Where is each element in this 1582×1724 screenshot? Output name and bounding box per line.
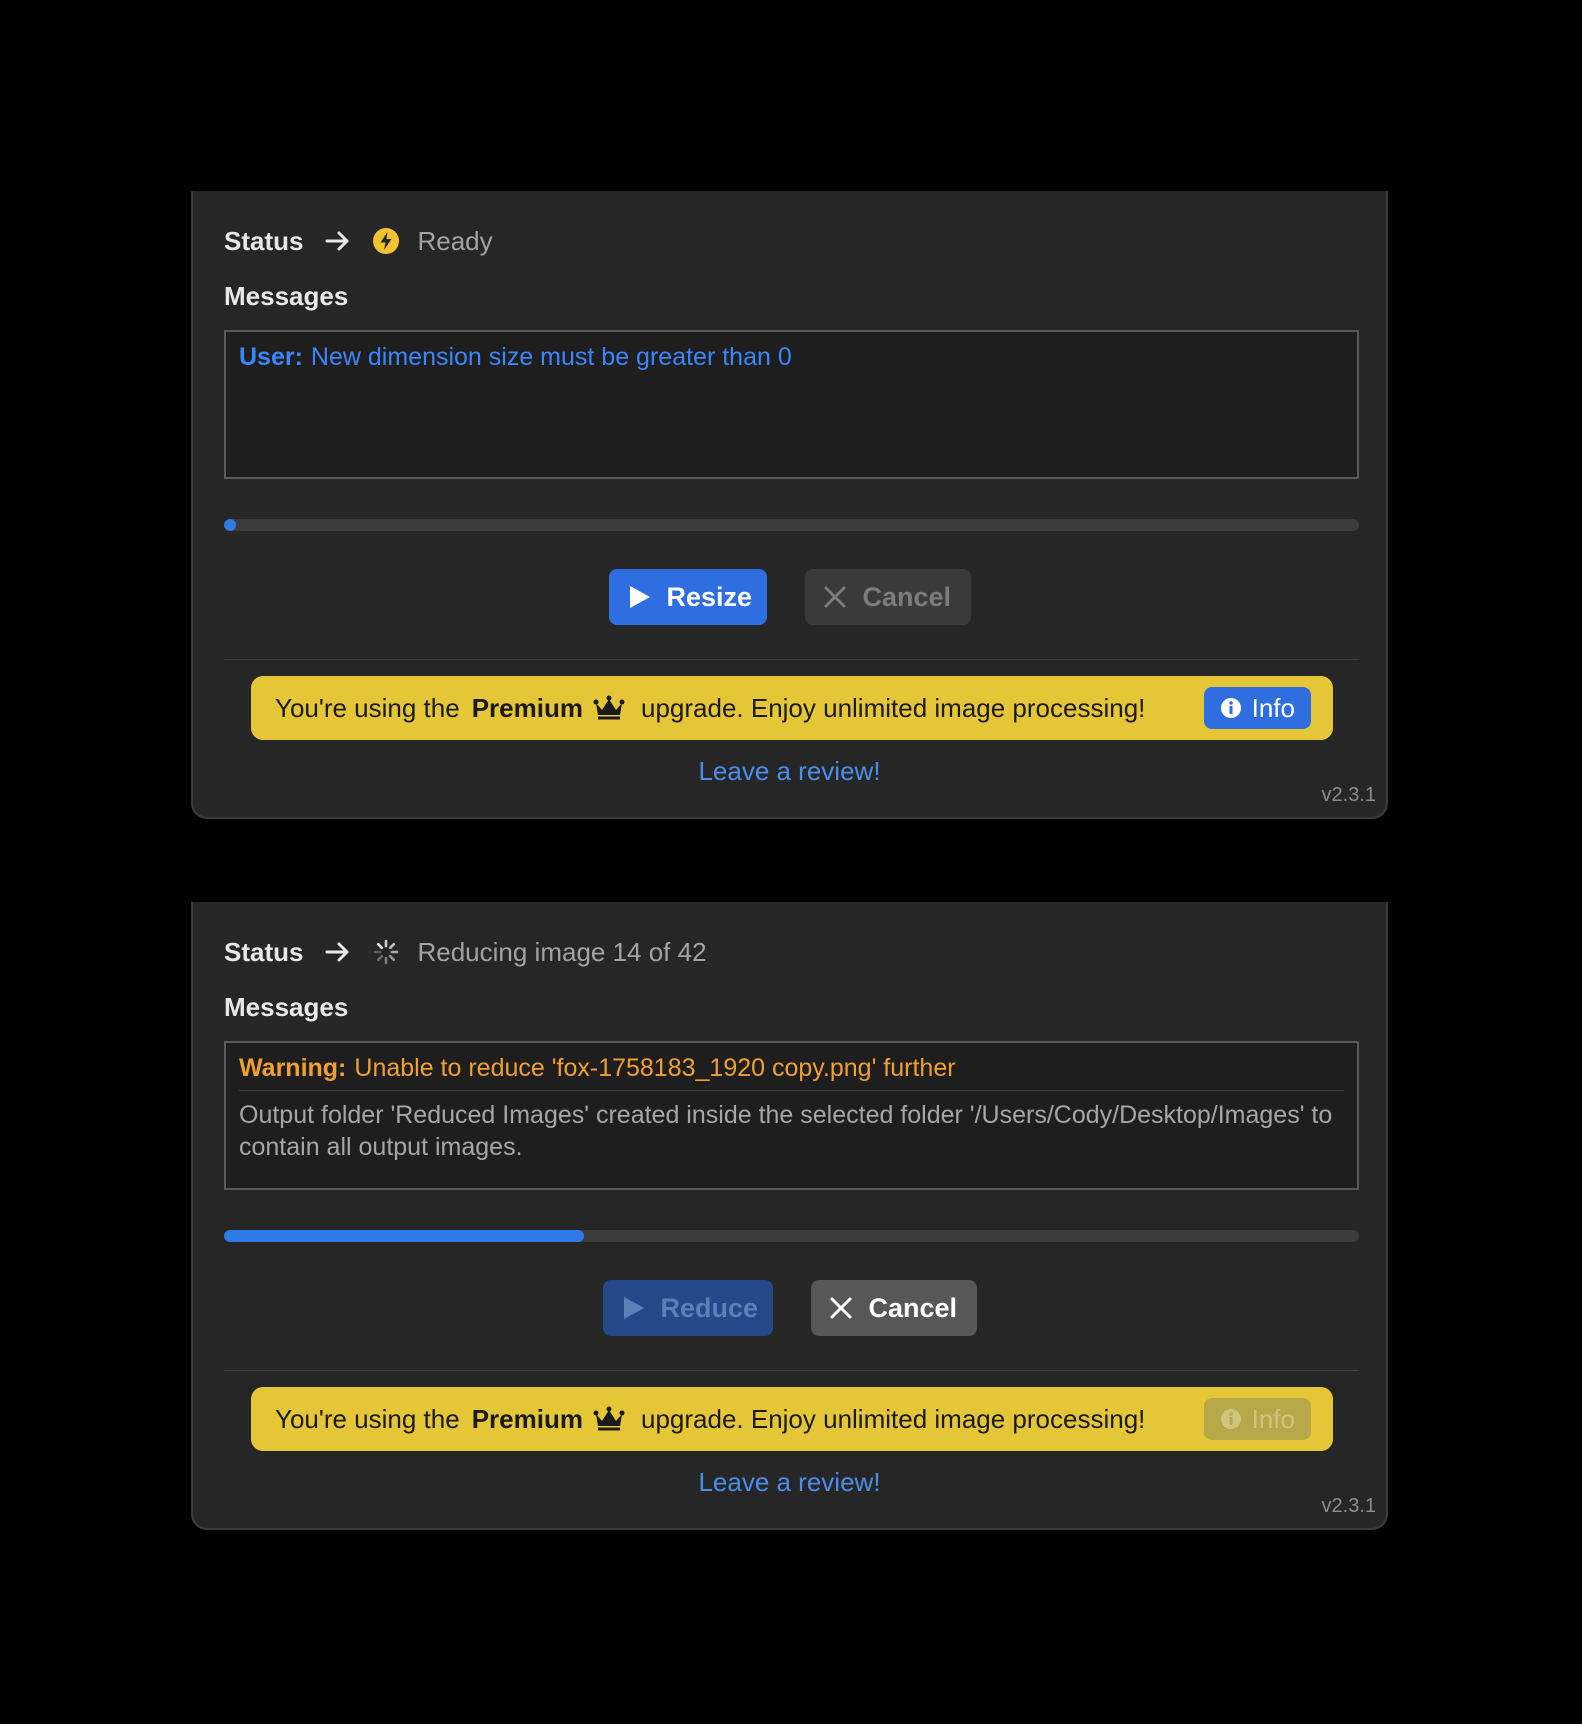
info-button-label: Info [1251, 692, 1295, 723]
status-label: Status [224, 936, 304, 967]
messages-box[interactable]: Warning: Unable to reduce 'fox-1758183_19… [224, 1041, 1359, 1190]
resize-button[interactable]: Resize [608, 569, 767, 625]
reduce-button[interactable]: Reduce [602, 1280, 773, 1336]
arrow-right-icon [323, 937, 353, 967]
resize-button-label: Resize [666, 581, 753, 612]
review-link-text[interactable]: Leave a review! [698, 756, 880, 786]
status-row: Status Reducing image 14 of 42 [224, 932, 707, 972]
banner-suffix: upgrade. Enjoy unlimited image processin… [640, 1403, 1146, 1434]
lightning-icon [371, 226, 401, 256]
banner-premium: Premium [471, 692, 583, 723]
play-icon [625, 583, 653, 611]
cancel-button-label: Cancel [868, 1292, 958, 1323]
info-button[interactable]: Info [1203, 1398, 1311, 1440]
divider [224, 659, 1359, 660]
close-icon [821, 583, 849, 611]
info-button-label: Info [1251, 1403, 1295, 1434]
info-icon [1220, 697, 1242, 719]
version-label: v2.3.1 [1321, 1495, 1376, 1517]
cancel-button[interactable]: Cancel [810, 1280, 977, 1336]
message-prefix: Warning: [239, 1054, 347, 1082]
progress-bar [224, 519, 1359, 531]
message-warning: Warning: Unable to reduce 'fox-1758183_19… [239, 1053, 1344, 1091]
progress-fill [224, 519, 236, 531]
message-user: User: New dimension size must be greater … [239, 342, 1344, 373]
messages-heading: Messages [224, 281, 349, 311]
crown-icon [593, 695, 625, 721]
cancel-button-label: Cancel [862, 581, 952, 612]
version-label: v2.3.1 [1321, 784, 1376, 806]
status-text: Reducing image 14 of 42 [417, 936, 707, 967]
info-icon [1220, 1408, 1242, 1430]
status-panel-ready: Status Ready Messages User: New dimension… [191, 191, 1388, 819]
action-buttons: Reduce Cancel [193, 1280, 1386, 1336]
play-icon [619, 1294, 647, 1322]
message-info: Output folder 'Reduced Images' created i… [239, 1101, 1333, 1161]
spinner-icon [371, 937, 401, 967]
banner-premium: Premium [471, 1403, 583, 1434]
message-text: New dimension size must be greater than … [310, 343, 792, 371]
review-link: Leave a review! [193, 1467, 1386, 1498]
close-icon [827, 1294, 855, 1322]
status-text: Ready [417, 225, 493, 256]
status-panel-processing: Status Reducing image 14 of 42 Messages [191, 902, 1388, 1530]
divider [224, 1370, 1359, 1371]
action-buttons: Resize Cancel [193, 569, 1386, 625]
progress-fill [224, 1230, 584, 1242]
banner-prefix: You're using the [275, 1403, 460, 1434]
reduce-button-label: Reduce [660, 1292, 759, 1323]
status-row: Status Ready [224, 221, 493, 261]
crown-icon [593, 1406, 625, 1432]
premium-banner: You're using the Premium upgrade. Enjoy … [251, 1387, 1333, 1451]
review-link: Leave a review! [193, 756, 1386, 787]
messages-heading: Messages [224, 992, 349, 1022]
banner-prefix: You're using the [275, 692, 460, 723]
premium-banner: You're using the Premium upgrade. Enjoy … [251, 676, 1333, 740]
arrow-right-icon [323, 226, 353, 256]
progress-bar [224, 1230, 1359, 1242]
review-link-text[interactable]: Leave a review! [698, 1467, 880, 1497]
banner-suffix: upgrade. Enjoy unlimited image processin… [640, 692, 1146, 723]
message-text: Unable to reduce 'fox-1758183_1920 copy.… [354, 1054, 956, 1082]
info-button[interactable]: Info [1203, 687, 1311, 729]
message-prefix: User: [239, 343, 303, 371]
messages-box[interactable]: User: New dimension size must be greater … [224, 330, 1359, 479]
status-label: Status [224, 225, 304, 256]
cancel-button[interactable]: Cancel [804, 569, 971, 625]
